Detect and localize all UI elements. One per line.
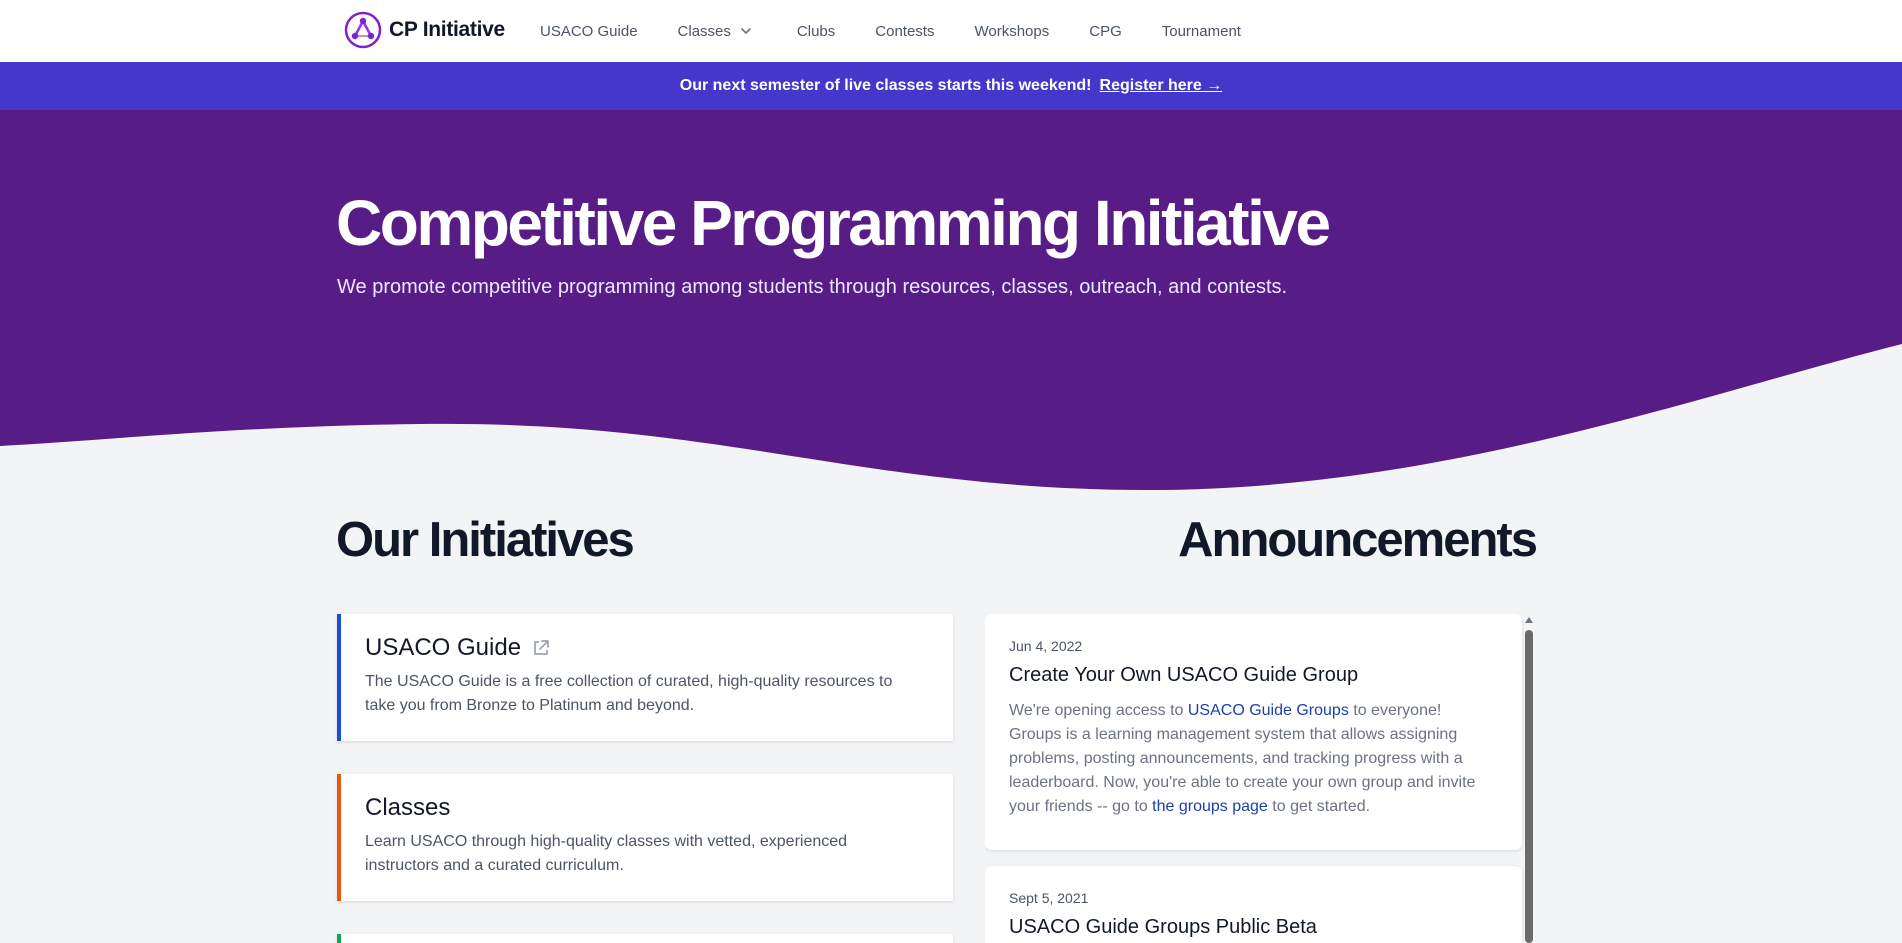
hero-wave-background — [0, 110, 1902, 490]
usaco-guide-groups-link[interactable]: USACO Guide Groups — [1188, 702, 1349, 719]
card-title-text: Classes — [365, 794, 451, 821]
chevron-down-icon — [741, 28, 751, 34]
nav-item-usaco-guide[interactable]: USACO Guide — [540, 23, 638, 40]
card-title-text: USACO Guide — [365, 634, 522, 661]
nav-item-label: Tournament — [1161, 22, 1241, 40]
announcement-body: We're opening access to USACO Guide Grou… — [1009, 699, 1498, 819]
card-accent-bar — [337, 934, 341, 943]
announcement-title: Create Your Own USACO Guide Group — [1009, 664, 1359, 686]
nav-item-label: Classes — [677, 22, 731, 40]
nav-item-label: Workshops — [974, 22, 1050, 40]
nav-item-label: CPG — [1089, 22, 1122, 40]
top-navbar: CP Initiative USACO Guide Classes Clubs … — [0, 0, 1902, 62]
nav-item-classes[interactable]: Classes — [678, 23, 753, 40]
body-text: to get started. — [1267, 798, 1371, 815]
nav-item-label: USACO Guide — [540, 22, 638, 40]
card-title: Classes — [365, 794, 925, 822]
announcements-list[interactable]: Jun 4, 2022 Create Your Own USACO Guide … — [985, 614, 1538, 943]
body-text: We're opening access to — [1009, 702, 1188, 719]
card-description: The USACO Guide is a free collection of … — [365, 673, 893, 714]
card-description: Learn USACO through high-quality classes… — [365, 833, 848, 874]
initiative-card-clubs[interactable] — [337, 934, 953, 943]
groups-page-link[interactable]: the groups page — [1152, 798, 1268, 815]
nav-item-cpg[interactable]: CPG — [1089, 23, 1122, 40]
nav-item-tournament[interactable]: Tournament — [1162, 23, 1241, 40]
announcement-title: USACO Guide Groups Public Beta — [1009, 916, 1317, 938]
register-link[interactable]: Register here → — [1100, 77, 1223, 95]
page-title: Competitive Programming Initiative — [336, 187, 1331, 259]
nav-menu: USACO Guide Classes Clubs Contests Works… — [540, 0, 1281, 62]
logo[interactable]: CP Initiative — [344, 11, 505, 49]
card-title: USACO Guide — [365, 634, 925, 662]
hero-subtitle: We promote competitive programming among… — [337, 276, 1288, 298]
announcement-banner: Our next semester of live classes starts… — [0, 62, 1902, 110]
initiatives-heading: Our Initiatives — [336, 513, 635, 567]
logo-text: CP Initiative — [389, 18, 505, 41]
announcement-date: Sept 5, 2021 — [1009, 890, 1089, 906]
nav-item-workshops[interactable]: Workshops — [974, 23, 1049, 40]
nav-item-label: Clubs — [796, 22, 836, 40]
banner-text: Our next semester of live classes starts… — [679, 77, 1092, 94]
scrollbar-up-arrow[interactable] — [1525, 617, 1533, 623]
announcement-card[interactable]: Jun 4, 2022 Create Your Own USACO Guide … — [985, 614, 1522, 850]
nav-item-label: Contests — [875, 22, 935, 40]
external-link-icon — [534, 640, 549, 655]
initiative-card-usaco-guide[interactable]: USACO Guide The USACO Guide is a free co… — [337, 614, 953, 741]
initiative-card-classes[interactable]: Classes Learn USACO through high-quality… — [337, 774, 953, 901]
nav-item-contests[interactable]: Contests — [875, 23, 934, 40]
hero-section: Competitive Programming Initiative We pr… — [0, 110, 1902, 500]
scrollbar-thumb[interactable] — [1525, 630, 1533, 943]
nav-item-clubs[interactable]: Clubs — [797, 23, 835, 40]
announcements-heading: Announcements — [1178, 513, 1538, 567]
cp-initiative-logo-icon — [344, 11, 382, 49]
card-accent-bar — [337, 614, 341, 741]
announcement-date: Jun 4, 2022 — [1009, 638, 1083, 654]
card-accent-bar — [337, 774, 341, 901]
announcement-card[interactable]: Sept 5, 2021 USACO Guide Groups Public B… — [985, 866, 1522, 943]
